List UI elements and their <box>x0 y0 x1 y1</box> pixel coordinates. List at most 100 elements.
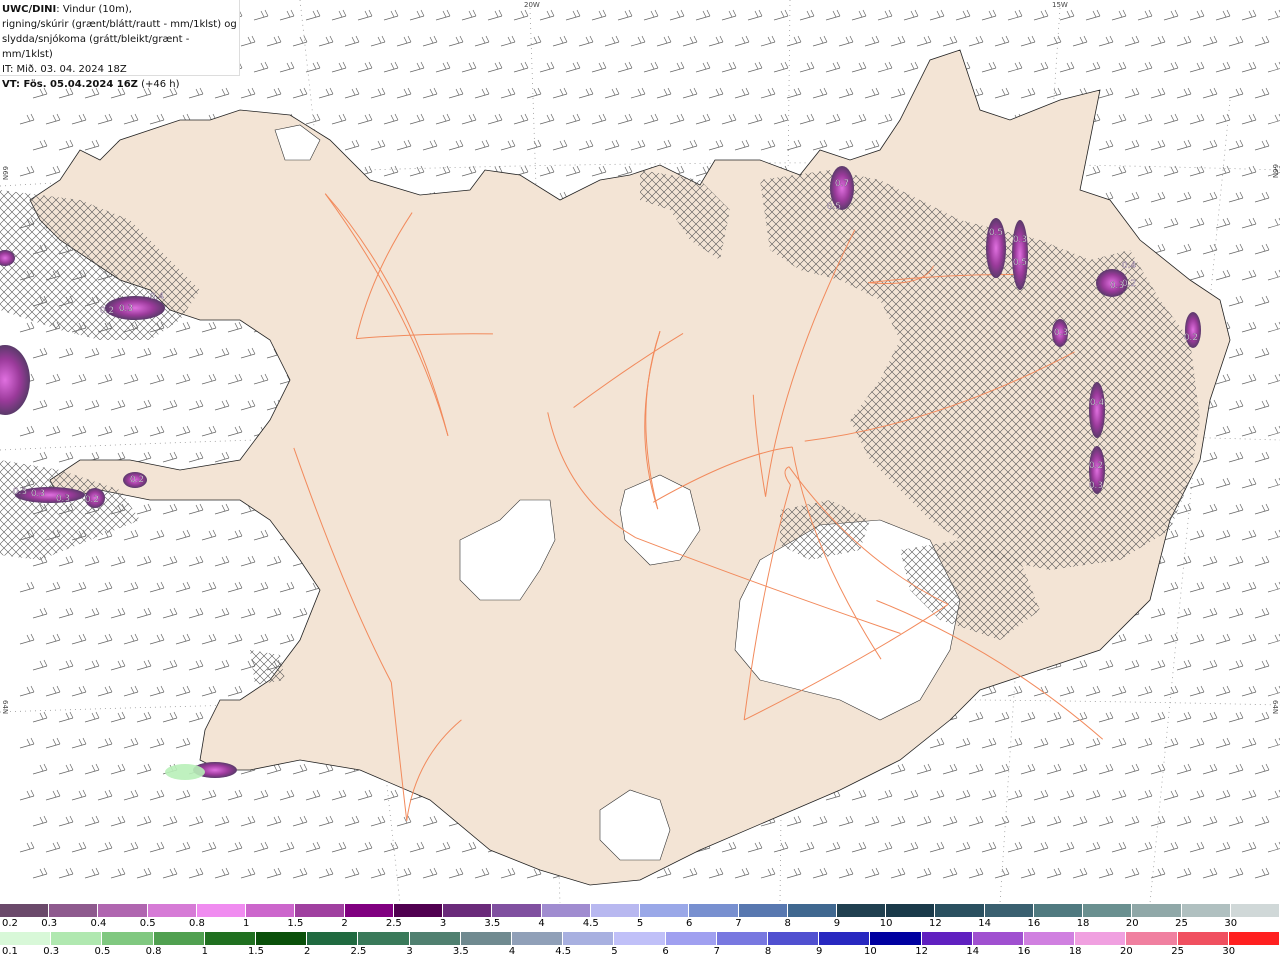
legend-swatch <box>768 932 820 945</box>
precip-value-label: 0.5 <box>989 228 1003 238</box>
legend-swatch <box>819 932 871 945</box>
precip-value-label: 0.5 <box>1013 258 1027 268</box>
legend-swatch <box>1024 932 1076 945</box>
legend-label: 4.5 <box>582 918 599 929</box>
legend-label: 1.5 <box>248 946 264 957</box>
legend-swatch <box>1033 904 1084 917</box>
weather-map[interactable]: 0.7 0.5 0.5 0.3 0.5 0.3 0.4 0.3 0.4 0.2 0.2 0.3 0.2 0… <box>0 0 1280 903</box>
precip-value-label: 0.5 <box>827 202 841 212</box>
legend-snow-labels: 0.2 0.3 0.4 0.5 0.8 1 1.5 2 2.5 3 3.5 4 4.5 5 6 7 8 9 10 12… <box>0 918 1280 931</box>
legend-label: 7 <box>713 946 720 957</box>
legend-label: 7 <box>735 918 742 929</box>
legend-swatch <box>204 932 257 945</box>
legend-label: 3 <box>406 946 413 957</box>
legend-label: 25 <box>1171 946 1184 957</box>
legend-swatch <box>689 904 739 917</box>
precip-value-label: 0.3 <box>13 487 27 497</box>
legend-label: 0.4 <box>90 918 107 929</box>
legend-label: 20 <box>1125 918 1139 929</box>
legend-swatch <box>409 932 461 945</box>
legend-swatch <box>886 904 936 917</box>
map-title-box: UWC/DINI: Vindur (10m), rigning/skúrir (… <box>0 0 240 90</box>
legend-swatch <box>1083 904 1133 917</box>
rain-patch-green <box>165 764 205 780</box>
legend-swatch <box>935 904 985 917</box>
legend-swatch <box>1132 904 1182 917</box>
legend-label: 8 <box>784 918 791 929</box>
legend-label: 16 <box>1017 946 1031 957</box>
legend-label: 12 <box>929 918 942 929</box>
legend-swatch <box>49 904 99 917</box>
legend-label: 25 <box>1175 918 1188 929</box>
precip-value-label: 0.7 <box>835 179 849 189</box>
precip-value-label: 0.2 <box>1089 461 1103 471</box>
legend-label: 30 <box>1222 946 1236 957</box>
legend-swatch <box>1181 904 1231 917</box>
legend-swatch <box>836 904 887 917</box>
precip-value-label: 0.2 <box>1122 279 1136 289</box>
precip-value-label: 0.4 <box>1122 261 1137 271</box>
legend-swatch <box>443 904 493 917</box>
lat-label-66n-right: 66N <box>1271 164 1279 179</box>
init-time: IT: Mið. 03. 04. 2024 18Z <box>2 64 127 75</box>
legend-label: 0.8 <box>188 918 205 929</box>
precip-value-label: 0.2 <box>130 475 144 485</box>
legend-label: 1.5 <box>287 918 304 929</box>
legend-label: 3.5 <box>452 946 469 957</box>
precip-value-label: 0.3 <box>56 494 70 504</box>
legend-swatch <box>738 904 788 917</box>
legend-label: 20 <box>1120 946 1133 957</box>
legend-swatch <box>460 932 513 945</box>
legend-label: 3.5 <box>484 918 501 929</box>
legend-label: 4 <box>508 946 516 957</box>
legend-swatch <box>590 904 641 917</box>
legend-swatch <box>51 932 103 945</box>
legend-label: 2.5 <box>385 918 402 929</box>
legend-label: 0.8 <box>145 946 162 957</box>
legend-swatch <box>295 904 345 917</box>
legend-label: 2 <box>341 918 348 929</box>
legend-label: 18 <box>1076 918 1090 929</box>
legend-swatch <box>358 932 410 945</box>
precip-value-label: 0.2 <box>1184 333 1198 343</box>
legend-label: 6 <box>686 918 693 929</box>
legend-swatch <box>972 932 1025 945</box>
legend-swatch <box>307 932 359 945</box>
legend-label: 30 <box>1224 918 1238 929</box>
lon-label-15w: 15W <box>1052 1 1068 9</box>
legend-label: 0.3 <box>41 918 58 929</box>
legend-label: 16 <box>1027 918 1041 929</box>
legend-label: 18 <box>1068 946 1082 957</box>
legend-swatch <box>102 932 154 945</box>
legend-label: 12 <box>915 946 928 957</box>
legend-swatch <box>492 904 542 917</box>
legend-swatch <box>1126 932 1178 945</box>
legend-swatch <box>153 932 205 945</box>
legend-label: 9 <box>833 918 841 929</box>
legend-label: 1 <box>242 918 250 929</box>
legend-rain-swatches <box>0 932 1280 945</box>
legend-label: 0.1 <box>2 946 18 957</box>
legend-swatch <box>787 904 837 917</box>
legend-label: 6 <box>662 946 669 957</box>
legend-swatch <box>614 932 666 945</box>
legend-label: 0.5 <box>94 946 111 957</box>
legend-swatch <box>984 904 1034 917</box>
legend-swatch <box>0 932 52 945</box>
legend-swatch <box>563 932 615 945</box>
title-line3: slydda/snjókoma (grátt/bleikt/grænt - mm… <box>2 34 190 60</box>
legend-label: 1 <box>201 946 208 957</box>
legend-swatch <box>921 932 973 945</box>
legend-swatch <box>1177 932 1229 945</box>
legend-label: 4.5 <box>555 946 572 957</box>
valid-time: VT: Fös. 05.04.2024 16Z <box>2 79 138 90</box>
legend-label: 5 <box>611 946 618 957</box>
legend-swatch <box>393 904 444 917</box>
precip-value-label: 0.3 <box>119 304 133 314</box>
title-line1: : Vindur (10m), <box>56 4 132 15</box>
legend-label: 3 <box>439 918 447 929</box>
legend-swatch <box>246 904 296 917</box>
legend-label: 5 <box>636 918 644 929</box>
precip-value-label: 0.3 <box>1013 235 1027 245</box>
model-name: UWC/DINI <box>2 4 57 15</box>
